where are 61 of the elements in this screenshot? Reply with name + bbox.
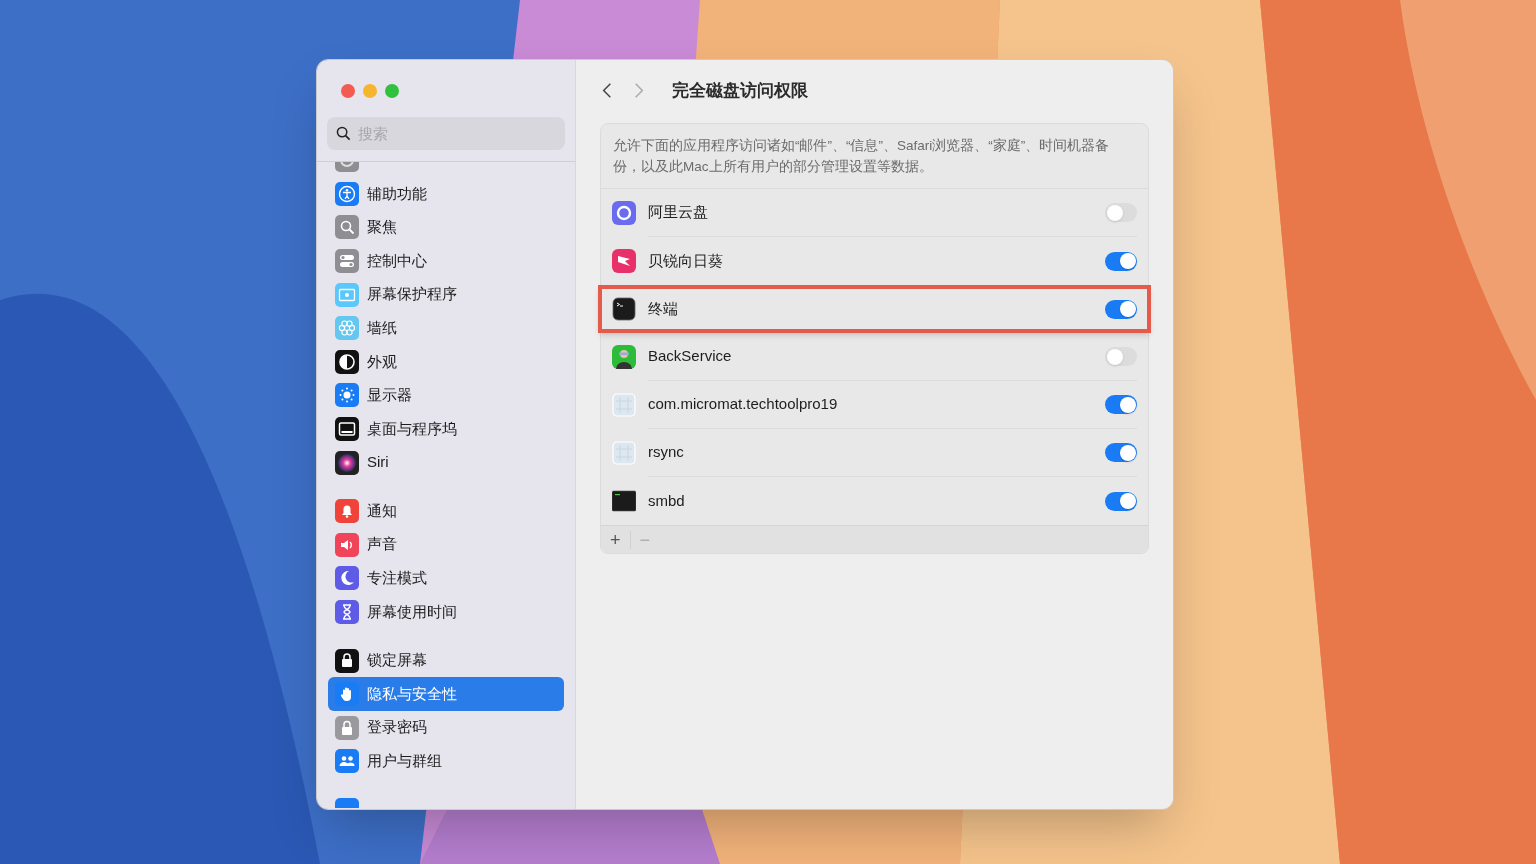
toggle-switch[interactable] (1105, 299, 1137, 319)
lock-icon (335, 715, 359, 740)
toggle-switch[interactable] (1105, 347, 1137, 366)
sidebar-item[interactable]: 锁定屏幕 (328, 643, 564, 678)
grid-icon (612, 393, 636, 417)
sidebar-item[interactable]: 桌面与程序坞 (328, 412, 564, 446)
bell-icon (335, 499, 359, 524)
lock-icon (335, 648, 359, 673)
orb-icon (335, 450, 359, 475)
app-name: BackService (648, 346, 733, 367)
sidebar-item[interactable]: 声音 (328, 527, 564, 562)
app-name: 阿里云盘 (648, 202, 709, 223)
app-icon (335, 798, 359, 809)
window-title: 完全磁盘访问权限 (672, 79, 808, 102)
search-icon (336, 126, 351, 141)
person-icon (612, 345, 636, 369)
console-icon (612, 489, 636, 513)
sidebar-item[interactable]: 辅助功能 (328, 177, 564, 211)
sidebar-item[interactable]: 外观 (328, 344, 564, 379)
app-name: 终端 (648, 298, 679, 319)
flag-icon (612, 249, 636, 273)
sidebar-item[interactable]: 通知 (328, 494, 564, 528)
close-button[interactable] (341, 84, 355, 98)
person-icon (335, 181, 359, 206)
add-button[interactable]: + (601, 530, 631, 549)
people-icon (335, 749, 359, 774)
search-icon (335, 215, 359, 240)
grid-icon (612, 441, 636, 465)
toggle-switch[interactable] (1105, 395, 1137, 414)
toggle-switch[interactable] (1105, 443, 1137, 462)
dock-icon (335, 416, 359, 441)
sidebar-item[interactable]: 登录密码 (328, 710, 564, 745)
cloud-sync-icon (612, 201, 636, 225)
app-name: 贝锐向日葵 (648, 250, 724, 271)
description-text: 允许下面的应用程序访问诸如“邮件”、“信息”、Safari浏览器、“家庭”、时间机器备份，以及此Mac上所有用户的部分管理设置等数据。 (601, 124, 1148, 189)
sun-icon (335, 383, 359, 408)
sidebar-item[interactable]: 控制中心 (328, 244, 564, 278)
sidebar-item[interactable]: 聚焦 (328, 210, 564, 245)
sidebar-item[interactable]: 专注模式 (328, 561, 564, 596)
toggle-switch[interactable] (1105, 251, 1137, 271)
sidebar-item[interactable]: 屏幕保护程序 (328, 277, 564, 312)
terminal-icon (612, 297, 636, 321)
sidebar-item[interactable]: 隐私与安全性 (328, 677, 564, 711)
speaker-icon (335, 532, 359, 557)
app-name: smbd (648, 490, 686, 511)
moon-icon (335, 566, 359, 591)
back-icon[interactable] (602, 82, 612, 99)
sidebar-item[interactable]: 用户与群组 (328, 744, 564, 779)
sidebar-item[interactable]: 墙纸 (328, 311, 564, 345)
screen-moon-icon (335, 282, 359, 307)
sidebar-item[interactable]: 显示器 (328, 378, 564, 413)
switches-icon (335, 249, 359, 273)
app-name: com.micromat.techtoolpro19 (648, 394, 839, 415)
hand-icon (335, 682, 359, 707)
flower-icon (335, 316, 359, 341)
app-name: rsync (648, 442, 685, 463)
toggle-switch[interactable] (1105, 491, 1137, 511)
sidebar-item[interactable]: Siri (328, 445, 564, 480)
hourglass-icon (335, 599, 359, 624)
sidebar-item[interactable]: 屏幕使用时间 (328, 595, 564, 629)
toggle-switch[interactable] (1105, 203, 1137, 222)
